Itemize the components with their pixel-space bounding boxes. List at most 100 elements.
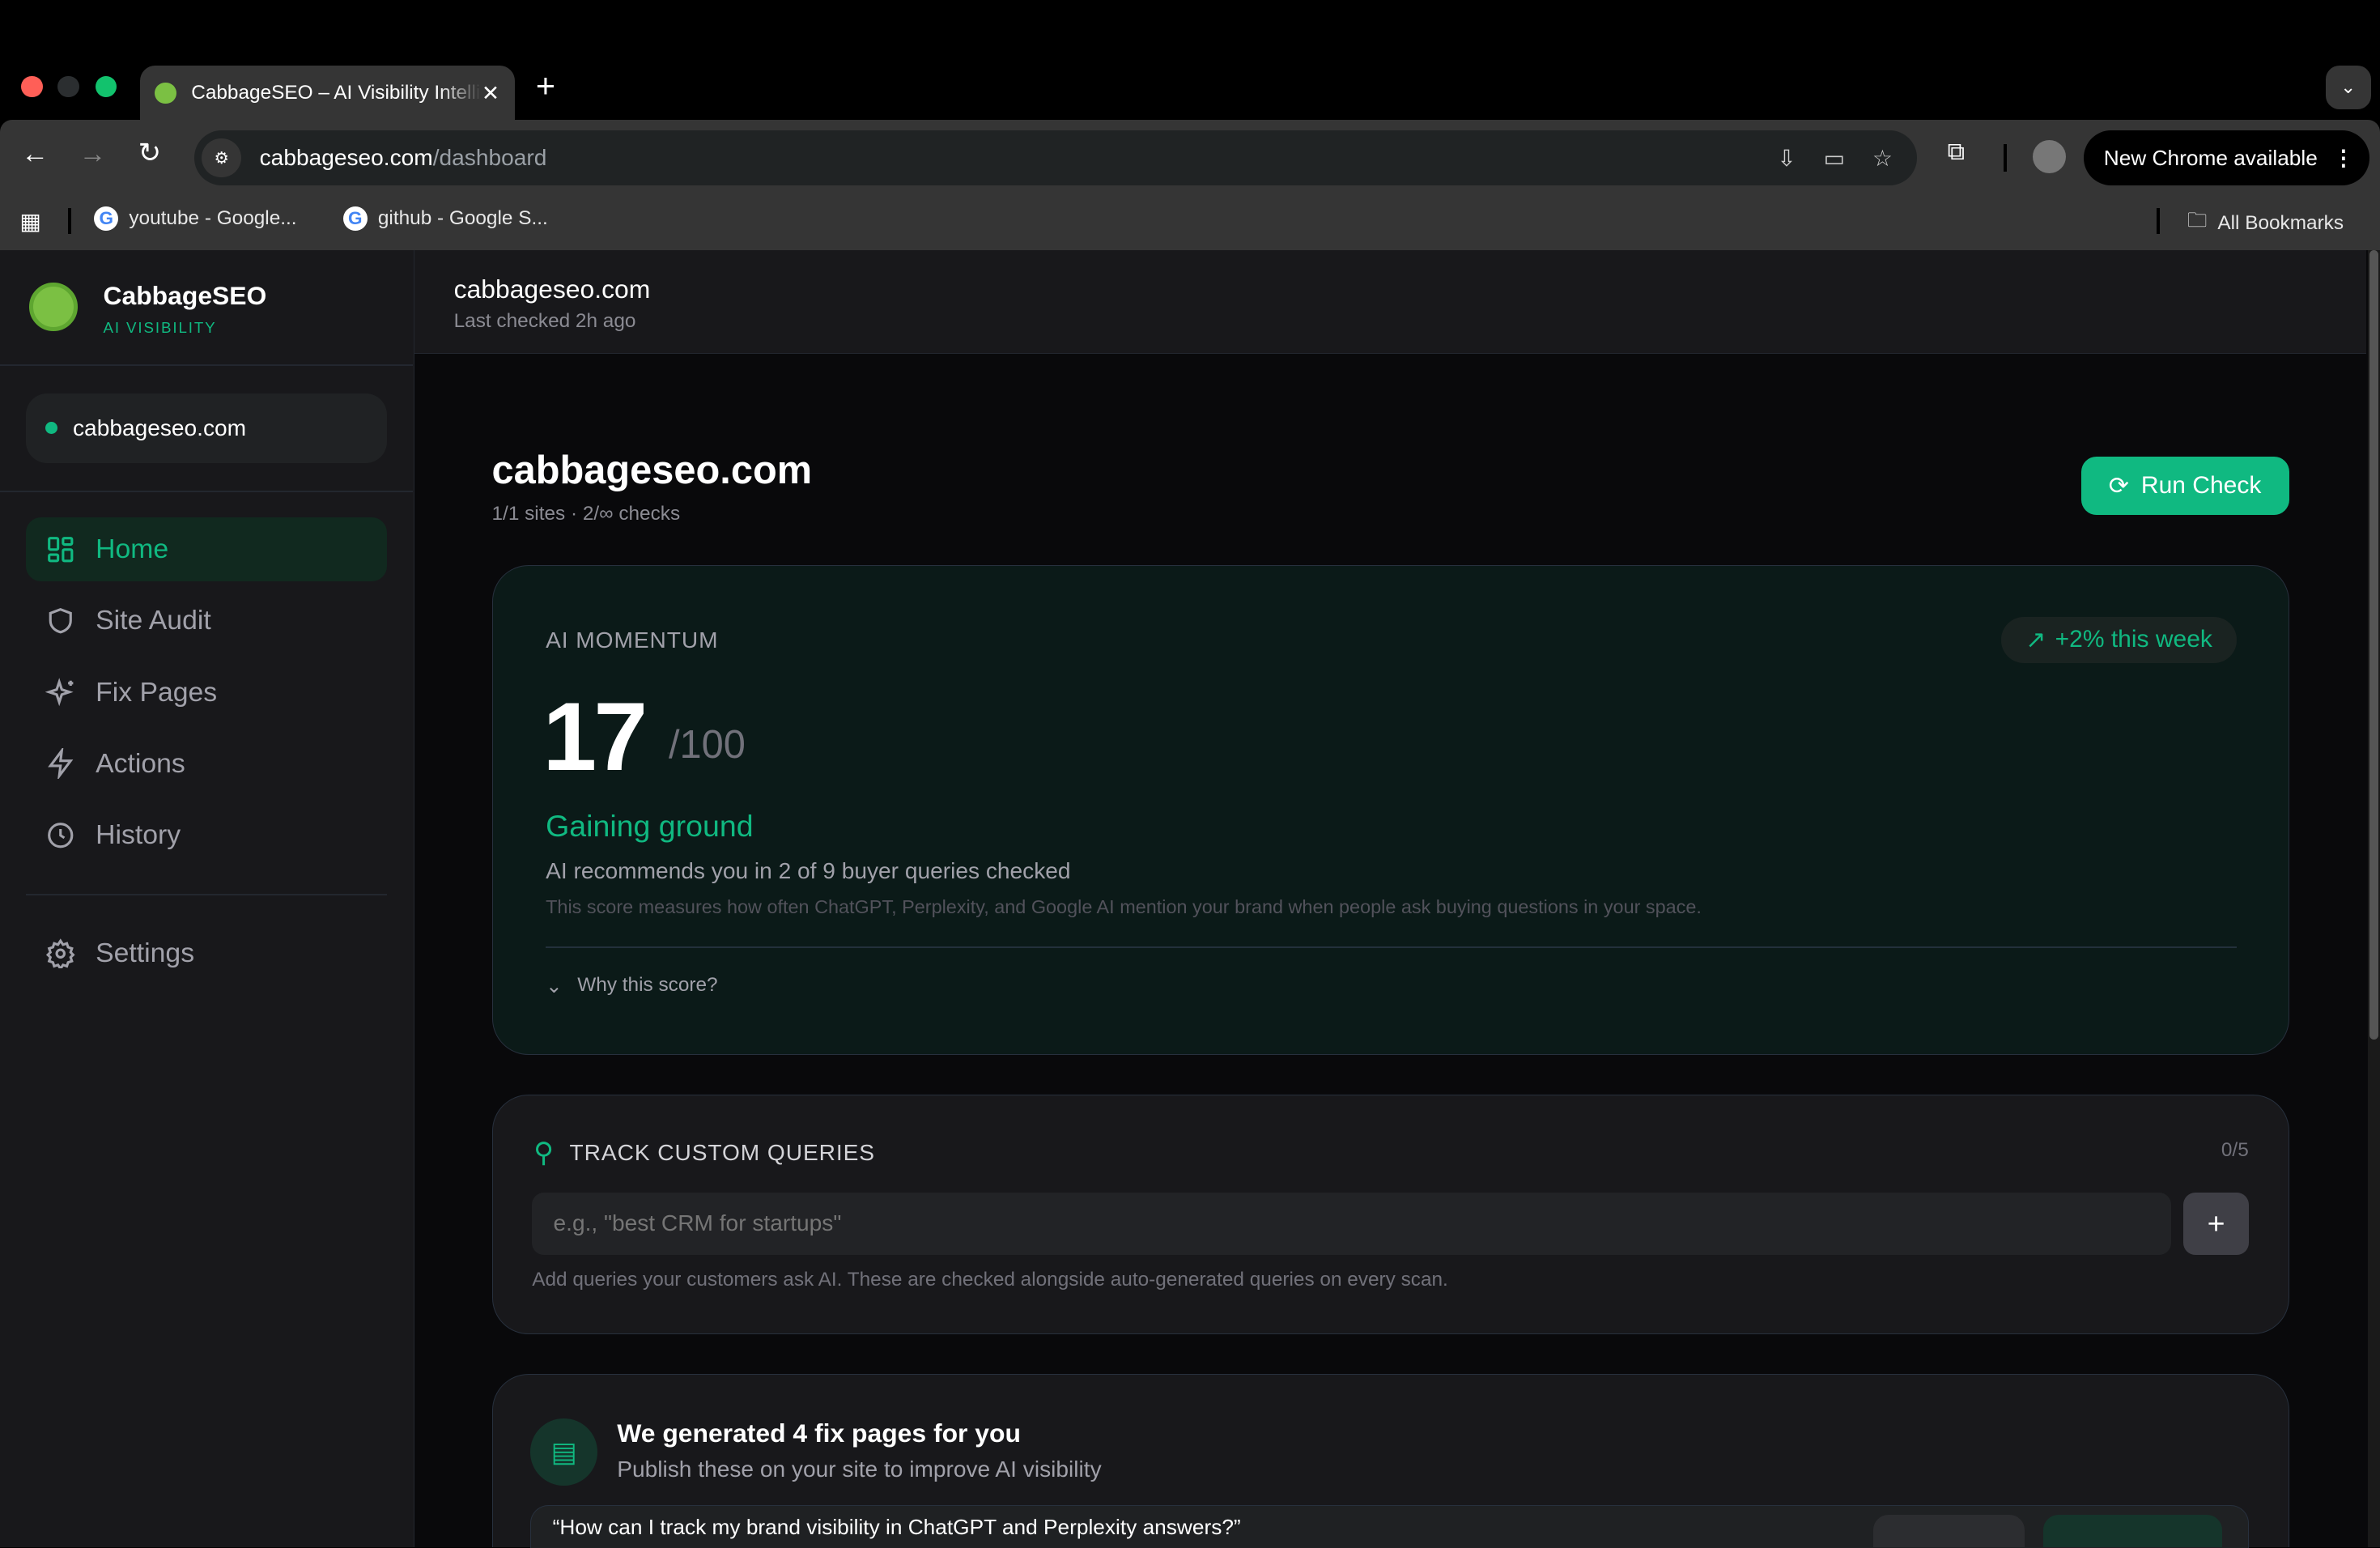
nav-label: Site Audit [96,605,211,636]
site-selector[interactable]: cabbageseo.com [26,393,387,463]
back-arrow-icon[interactable]: ← [21,138,49,170]
fix-pages-card: ▤ We generated 4 fix pages for you Publi… [492,1374,2289,1547]
add-query-button[interactable]: + [2183,1193,2249,1255]
divider [2004,144,2007,172]
fix-page-query: “How can I track my brand visibility in … [553,1515,1241,1540]
trend-badge: ↗ +2% this week [2001,617,2237,662]
forward-arrow-icon[interactable]: → [79,138,107,170]
score-max: /100 [669,722,746,768]
site-name: cabbageseo.com [73,415,246,441]
trending-up-icon: ↗ [2025,626,2046,654]
sidebar-item-actions[interactable]: Actions [26,732,387,796]
divider [26,894,387,895]
profile-avatar[interactable] [2033,140,2066,173]
bookmark-star-icon[interactable]: ☆ [1872,145,1893,172]
new-chrome-available-button[interactable]: New Chrome available ⋮ [2084,130,2369,185]
extensions-puzzle-icon[interactable]: ⧉ [1948,138,1965,166]
close-tab-icon[interactable]: ✕ [482,81,499,106]
new-chrome-label: New Chrome available [2104,146,2318,171]
momentum-status: Gaining ground [546,809,753,844]
view-button[interactable] [1873,1515,2025,1546]
queries-help: Add queries your customers ask AI. These… [532,1269,1448,1291]
page-title: cabbageseo.com [492,448,813,493]
run-check-button[interactable]: ⟳ Run Check [2081,457,2289,514]
bookmark-label: youtube - Google... [129,207,296,230]
bookmark-github[interactable]: Ggithub - Google S... [343,206,548,231]
more-menu-icon[interactable]: ⋮ [2333,146,2354,171]
divider [68,208,71,234]
sidebar: CabbageSEO AI VISIBILITY cabbageseo.com … [0,250,414,1546]
google-icon: G [343,206,368,231]
tab-title: CabbageSEO – AI Visibility Intelligence [191,82,482,104]
minimize-window-button[interactable] [57,76,79,97]
custom-queries-card: ⚲ TRACK CUSTOM QUERIES 0/5 + Add queries … [492,1095,2289,1334]
nav-label: Settings [96,938,194,969]
nav-label: Actions [96,748,185,780]
nav-label: History [96,819,181,851]
apps-grid-icon[interactable]: ▦ [19,208,41,235]
sidebar-item-fix-pages[interactable]: Fix Pages [26,661,387,725]
fix-page-item[interactable]: “How can I track my brand visibility in … [530,1505,2249,1548]
queries-title: TRACK CUSTOM QUERIES [570,1140,875,1166]
reload-icon[interactable]: ↻ [138,137,161,169]
momentum-explainer: This score measures how often ChatGPT, P… [546,896,1702,918]
browser-tab[interactable]: CabbageSEO – AI Visibility Intelligence … [140,66,515,121]
bookmark-label: github - Google S... [378,207,548,230]
lightning-icon [45,748,76,779]
why-this-score-toggle[interactable]: ⌄ Why this score? [546,974,717,998]
search-icon: ⚲ [533,1137,555,1169]
scrollbar[interactable] [2368,250,2380,1546]
divider [0,491,413,492]
url-path: /dashboard [433,145,547,171]
momentum-score: 17 [542,681,644,793]
why-label: Why this score? [577,974,717,998]
refresh-icon: ⟳ [2109,472,2129,500]
bookmark-youtube[interactable]: Gyoutube - Google... [94,206,296,231]
divider [0,364,413,366]
sidebar-item-home[interactable]: Home [26,517,387,581]
fixpages-subtitle: Publish these on your site to improve AI… [617,1457,1101,1482]
last-checked: Last checked 2h ago [454,310,636,333]
site-settings-icon[interactable]: ⚙ [202,138,241,178]
sidebar-item-history[interactable]: History [26,803,387,867]
cabbage-favicon-icon [155,83,176,104]
publish-button[interactable] [2043,1515,2222,1546]
header-site: cabbageseo.com [454,274,651,304]
document-icon: ▤ [530,1418,597,1486]
clock-icon [45,820,76,851]
tab-strip: CabbageSEO – AI Visibility Intelligence … [0,0,2380,121]
all-bookmarks-label: All Bookmarks [2217,212,2344,235]
tab-search-chevron-icon[interactable]: ⌄ [2326,66,2371,109]
dashboard-grid-icon [45,534,76,565]
nav-label: Fix Pages [96,677,217,708]
momentum-label: AI MOMENTUM [546,627,718,653]
run-check-label: Run Check [2141,472,2261,500]
card-icon[interactable]: ▭ [1824,145,1846,172]
trend-text: +2% this week [2055,626,2212,653]
sidebar-item-settings[interactable]: Settings [26,921,387,985]
install-app-icon[interactable]: ⇩ [1777,145,1796,172]
maximize-window-button[interactable] [96,76,117,97]
address-bar[interactable]: ⚙ cabbageseo.com/dashboard ⇩ ▭ ☆ [194,130,1917,185]
divider [2157,208,2160,234]
brand-name: CabbageSEO [104,281,267,311]
brand-tagline: AI VISIBILITY [104,319,217,337]
google-icon: G [94,206,118,231]
chevron-down-icon: ⌄ [546,974,562,998]
sparkles-icon [45,677,76,708]
nav-label: Home [96,534,168,565]
url-host: cabbageseo.com [260,145,433,171]
queries-count: 0/5 [2221,1139,2249,1162]
ai-momentum-card: AI MOMENTUM ↗ +2% this week 17 /100 Gaini… [492,565,2289,1056]
status-dot [45,422,57,434]
divider [546,946,2237,948]
close-window-button[interactable] [21,76,42,97]
gear-icon [45,938,76,969]
queries-header: ⚲ TRACK CUSTOM QUERIES [533,1137,875,1169]
sidebar-item-site-audit[interactable]: Site Audit [26,589,387,653]
momentum-summary: AI recommends you in 2 of 9 buyer querie… [546,858,1070,884]
new-tab-button[interactable]: + [536,67,555,105]
top-header: cabbageseo.com Last checked 2h ago [414,250,2366,354]
custom-query-input[interactable] [532,1193,2171,1255]
all-bookmarks[interactable]: 🗀All Bookmarks [2187,206,2344,240]
